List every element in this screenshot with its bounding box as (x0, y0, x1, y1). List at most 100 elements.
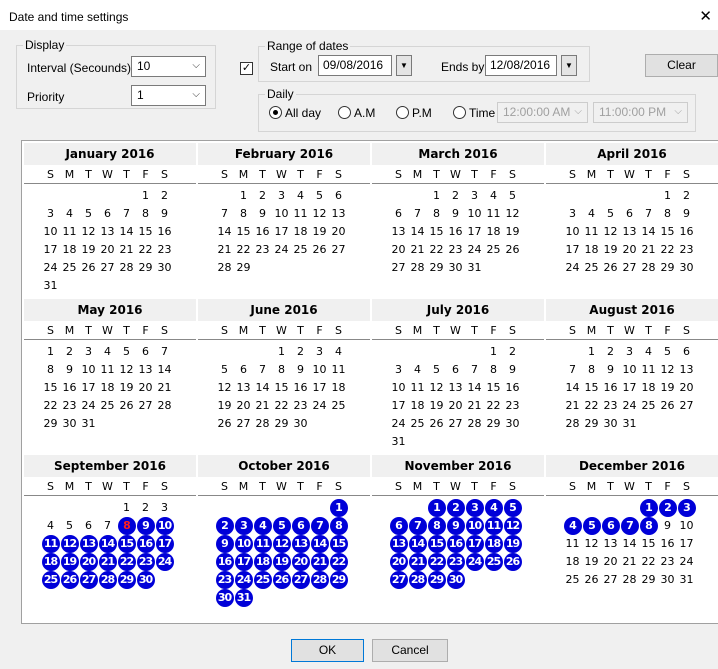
day-cell[interactable]: 16 (677, 223, 696, 241)
day-cell[interactable]: 12 (503, 517, 522, 535)
day-cell[interactable]: 6 (98, 205, 117, 223)
day-cell[interactable]: 28 (98, 571, 117, 589)
day-cell[interactable]: 8 (272, 361, 291, 379)
day-cell[interactable]: 10 (563, 223, 582, 241)
time-radio[interactable] (453, 106, 466, 119)
day-cell[interactable]: 19 (658, 379, 677, 397)
day-cell[interactable]: 7 (639, 205, 658, 223)
day-cell[interactable]: 23 (215, 571, 234, 589)
day-cell[interactable]: 1 (658, 187, 677, 205)
day-cell[interactable]: 5 (503, 499, 522, 517)
day-cell[interactable]: 25 (639, 397, 658, 415)
day-cell[interactable]: 6 (234, 361, 253, 379)
day-cell[interactable]: 16 (601, 379, 620, 397)
day-cell[interactable]: 7 (408, 205, 427, 223)
day-cell[interactable]: 25 (329, 397, 348, 415)
day-cell[interactable]: 7 (408, 517, 427, 535)
day-cell[interactable]: 29 (639, 571, 658, 589)
day-cell[interactable]: 29 (117, 571, 136, 589)
day-cell[interactable]: 2 (60, 343, 79, 361)
day-cell[interactable]: 31 (234, 589, 253, 607)
day-cell[interactable]: 7 (253, 361, 272, 379)
day-cell[interactable]: 12 (117, 361, 136, 379)
day-cell[interactable]: 12 (60, 535, 79, 553)
day-cell[interactable]: 14 (253, 379, 272, 397)
day-cell[interactable]: 29 (484, 415, 503, 433)
day-cell[interactable]: 11 (98, 361, 117, 379)
day-cell[interactable]: 14 (408, 223, 427, 241)
day-cell[interactable]: 17 (234, 553, 253, 571)
day-cell[interactable]: 13 (136, 361, 155, 379)
day-cell[interactable]: 4 (639, 343, 658, 361)
day-cell[interactable]: 24 (465, 241, 484, 259)
day-cell[interactable]: 16 (155, 223, 174, 241)
day-cell[interactable]: 24 (620, 397, 639, 415)
day-cell[interactable]: 14 (465, 379, 484, 397)
day-cell[interactable]: 26 (79, 259, 98, 277)
pm-label[interactable]: P.M (412, 106, 432, 120)
day-cell[interactable]: 21 (310, 553, 329, 571)
day-cell[interactable]: 29 (582, 415, 601, 433)
pm-radio[interactable] (396, 106, 409, 119)
day-cell[interactable]: 30 (136, 571, 155, 589)
day-cell[interactable]: 21 (620, 553, 639, 571)
day-cell[interactable]: 1 (427, 187, 446, 205)
day-cell[interactable]: 26 (503, 553, 522, 571)
day-cell[interactable]: 10 (272, 205, 291, 223)
day-cell[interactable]: 15 (484, 379, 503, 397)
day-cell[interactable]: 11 (582, 223, 601, 241)
day-cell[interactable]: 26 (601, 259, 620, 277)
day-cell[interactable]: 14 (155, 361, 174, 379)
day-cell[interactable]: 27 (601, 571, 620, 589)
day-cell[interactable]: 6 (389, 205, 408, 223)
day-cell[interactable]: 21 (408, 553, 427, 571)
day-cell[interactable]: 30 (446, 259, 465, 277)
day-cell[interactable]: 12 (310, 205, 329, 223)
all-day-label[interactable]: All day (285, 106, 321, 120)
day-cell[interactable]: 25 (291, 241, 310, 259)
day-cell[interactable]: 11 (639, 361, 658, 379)
day-cell[interactable]: 15 (582, 379, 601, 397)
day-cell[interactable]: 9 (253, 205, 272, 223)
day-cell[interactable]: 15 (234, 223, 253, 241)
day-cell[interactable]: 25 (253, 571, 272, 589)
day-cell[interactable]: 13 (446, 379, 465, 397)
day-cell[interactable]: 19 (215, 397, 234, 415)
day-cell[interactable]: 4 (563, 517, 582, 535)
day-cell[interactable]: 30 (291, 415, 310, 433)
day-cell[interactable]: 27 (98, 259, 117, 277)
day-cell[interactable]: 17 (389, 397, 408, 415)
day-cell[interactable]: 10 (620, 361, 639, 379)
day-cell[interactable]: 26 (60, 571, 79, 589)
day-cell[interactable]: 25 (60, 259, 79, 277)
day-cell[interactable]: 16 (291, 379, 310, 397)
close-icon[interactable]: ✕ (699, 7, 712, 25)
day-cell[interactable]: 12 (272, 535, 291, 553)
day-cell[interactable]: 18 (41, 553, 60, 571)
day-cell[interactable]: 7 (117, 205, 136, 223)
day-cell[interactable]: 26 (658, 397, 677, 415)
day-cell[interactable]: 14 (117, 223, 136, 241)
day-cell[interactable]: 9 (215, 535, 234, 553)
day-cell[interactable]: 4 (291, 187, 310, 205)
day-cell[interactable]: 6 (291, 517, 310, 535)
day-cell[interactable]: 19 (310, 223, 329, 241)
day-cell[interactable]: 30 (155, 259, 174, 277)
day-cell[interactable]: 15 (136, 223, 155, 241)
day-cell[interactable]: 2 (446, 499, 465, 517)
day-cell[interactable]: 3 (310, 343, 329, 361)
day-cell[interactable]: 24 (79, 397, 98, 415)
day-cell[interactable]: 14 (215, 223, 234, 241)
day-cell[interactable]: 4 (484, 499, 503, 517)
day-cell[interactable]: 22 (427, 553, 446, 571)
day-cell[interactable]: 10 (677, 517, 696, 535)
day-cell[interactable]: 24 (677, 553, 696, 571)
day-cell[interactable]: 11 (253, 535, 272, 553)
day-cell[interactable]: 27 (136, 397, 155, 415)
day-cell[interactable]: 2 (136, 499, 155, 517)
day-cell[interactable]: 4 (408, 361, 427, 379)
day-cell[interactable]: 12 (582, 535, 601, 553)
day-cell[interactable]: 1 (136, 187, 155, 205)
day-cell[interactable]: 16 (503, 379, 522, 397)
day-cell[interactable]: 3 (79, 343, 98, 361)
